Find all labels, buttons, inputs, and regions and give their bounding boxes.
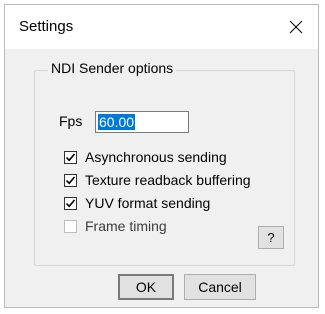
checkmark-icon xyxy=(65,152,76,161)
title-bar: Settings xyxy=(5,5,318,49)
frame-timing-label: Frame timing xyxy=(85,218,167,234)
yuv-format-option[interactable]: YUV format sending xyxy=(64,195,210,211)
frame-timing-option[interactable]: Frame timing xyxy=(64,218,167,234)
texture-readback-checkbox[interactable] xyxy=(64,173,77,187)
texture-readback-option[interactable]: Texture readback buffering xyxy=(64,172,251,188)
close-button[interactable] xyxy=(274,5,318,49)
asynchronous-sending-option[interactable]: Asynchronous sending xyxy=(64,149,227,165)
close-icon xyxy=(289,20,303,34)
texture-readback-label: Texture readback buffering xyxy=(85,172,251,188)
yuv-format-checkbox[interactable] xyxy=(64,196,77,210)
ndi-options-group xyxy=(34,70,295,266)
checkmark-icon xyxy=(65,198,76,207)
yuv-format-label: YUV format sending xyxy=(85,195,211,211)
group-legend: NDI Sender options xyxy=(48,60,177,76)
fps-value: 60.00 xyxy=(98,114,136,130)
asynchronous-sending-checkbox[interactable] xyxy=(64,150,77,164)
asynchronous-sending-label: Asynchronous sending xyxy=(85,149,227,165)
fps-label: Fps xyxy=(59,113,83,129)
frame-timing-checkbox[interactable] xyxy=(64,219,77,233)
fps-input[interactable]: 60.00 xyxy=(95,111,189,133)
dialog-title: Settings xyxy=(19,18,74,35)
cancel-button[interactable]: Cancel xyxy=(184,274,256,300)
checkmark-icon xyxy=(65,175,76,184)
ok-button[interactable]: OK xyxy=(118,274,174,300)
help-button[interactable]: ? xyxy=(258,226,284,249)
